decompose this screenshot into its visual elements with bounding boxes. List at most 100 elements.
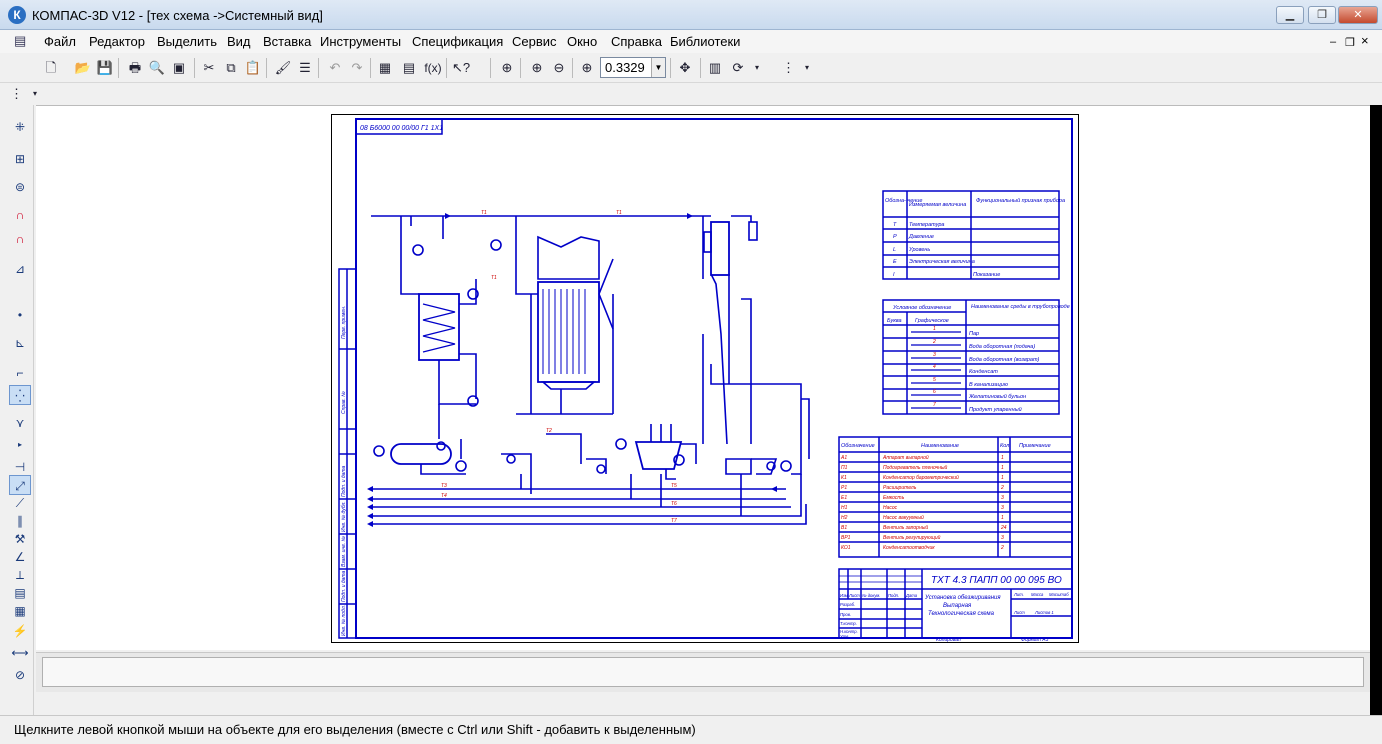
properties-icon[interactable]: ☰ (294, 57, 316, 79)
equipment-cell: Расширитель (883, 485, 917, 491)
mdi-minimize-button[interactable]: – (1330, 36, 1336, 48)
menu-select[interactable]: Выделить (157, 34, 217, 49)
zoom-out-icon[interactable]: ⊖ (548, 57, 570, 79)
menu-file[interactable]: Файл (44, 34, 76, 49)
maximize-button[interactable]: ❐ (1308, 6, 1336, 24)
equipment-cell: 1 (1001, 515, 1004, 521)
fix-point-icon[interactable]: ⚒ (9, 529, 31, 549)
expand-icon[interactable]: ▸ (9, 435, 31, 455)
title-block-code: ТХТ 4.3 ПАПП 00 00 095 ВО (931, 575, 1062, 586)
zoom-scale-icon[interactable]: ⊕ (576, 57, 598, 79)
constraints-icon[interactable]: ⋎ (9, 413, 31, 433)
angle-icon[interactable]: ∠ (9, 547, 31, 567)
undo-icon[interactable]: ↶ (324, 57, 346, 79)
format-painter-icon[interactable]: 🖌 (272, 57, 294, 79)
selection-icon[interactable]: ⊘ (9, 665, 31, 685)
mdi-restore-button[interactable]: ❐ (1345, 36, 1355, 49)
rebuild-icon[interactable]: ⟳ (727, 57, 749, 79)
zoom-window-icon[interactable]: ⊕ (496, 57, 518, 79)
geometry-icon[interactable]: ⁜ (9, 117, 31, 137)
report-icon[interactable]: ▤ (9, 583, 31, 603)
measure-icon[interactable]: ⚡ (9, 621, 31, 641)
toolbar-separator (194, 58, 195, 78)
legend-line-code: 7 (933, 402, 936, 408)
redo-icon[interactable]: ↷ (346, 57, 368, 79)
point-icon[interactable]: • (9, 305, 31, 325)
property-panel (36, 652, 1370, 692)
zoom-scale-value: 0.3329 (605, 60, 645, 75)
copy-icon[interactable]: ⧉ (220, 57, 242, 79)
magnet-local-icon[interactable]: ∩ (9, 229, 31, 249)
equipment-cell: ВР1 (841, 535, 851, 541)
dimensions-icon[interactable]: ⊞ (9, 149, 31, 169)
table-header: Примечание (1019, 443, 1051, 449)
drawing-canvas[interactable]: 08 Б6000 00 00/00 Г1 1Х1 Перв. примен. С… (36, 105, 1370, 650)
paste-icon[interactable]: 📋 (242, 57, 264, 79)
chevron-down-icon[interactable]: ▼ (651, 58, 665, 77)
toolbar-overflow-icon[interactable]: ▾ (802, 57, 812, 79)
table-cell: P (893, 234, 897, 240)
parallel-icon[interactable]: ∥ (9, 511, 31, 531)
zoom-scale-combobox[interactable]: 0.3329 ▼ (600, 57, 666, 78)
notation-icon[interactable]: ⊜ (9, 177, 31, 197)
edit-icon[interactable]: ⊿ (9, 259, 31, 279)
window-edge (1370, 105, 1382, 715)
magnet-snap-icon[interactable]: ∩ (9, 205, 31, 225)
mdi-close-button[interactable]: × (1361, 33, 1369, 48)
line-label: Т5 (671, 483, 677, 489)
zoom-in-icon[interactable]: ⊕ (526, 57, 548, 79)
collinear-icon[interactable]: ⟋ (9, 493, 31, 513)
line-label: Т7 (671, 518, 677, 524)
menu-window[interactable]: Окно (567, 34, 597, 49)
library-icon[interactable]: ▤ (398, 57, 420, 79)
refresh-view-icon[interactable]: ▥ (704, 57, 726, 79)
print-preview-icon[interactable]: 🔍 (146, 57, 168, 79)
save-icon[interactable]: 💾 (94, 57, 116, 79)
menu-help[interactable]: Справка (611, 34, 662, 49)
line-label: Т2 (546, 428, 552, 434)
variables-icon[interactable]: f(x) (420, 57, 446, 79)
parametrization-icon[interactable]: ⁛ (9, 385, 31, 405)
table-cell: L (893, 247, 896, 253)
minimize-button[interactable]: ▁ (1276, 6, 1304, 24)
equipment-cell: Емкость (883, 495, 905, 501)
new-document-icon[interactable]: 🗋 (40, 57, 62, 79)
distance-icon[interactable]: ⟷ (9, 643, 31, 663)
preview-icon[interactable]: ▣ (168, 57, 190, 79)
manager-icon[interactable]: ▦ (374, 57, 396, 79)
menu-tools[interactable]: Инструменты (320, 34, 401, 49)
toolbar-separator (670, 58, 671, 78)
horizontal-constraint-icon[interactable]: ⊣ (9, 457, 31, 477)
axis-icon[interactable]: ⊾ (9, 333, 31, 353)
table-header: Обозначение (841, 443, 875, 449)
legend-item: Продукт упаренный (969, 406, 1022, 413)
menu-view[interactable]: Вид (227, 34, 251, 49)
table-cell: E (893, 259, 897, 265)
drawing-sheet[interactable]: 08 Б6000 00 00/00 Г1 1Х1 Перв. примен. С… (331, 114, 1079, 643)
menu-edit[interactable]: Редактор (89, 34, 145, 49)
open-folder-icon[interactable]: 📂 (72, 57, 94, 79)
print-icon[interactable]: 🖶 (124, 57, 146, 79)
step-line-icon[interactable]: ⌐ (9, 363, 31, 383)
menu-service[interactable]: Сервис (512, 34, 557, 49)
align-icon[interactable]: ⤢ (9, 475, 31, 495)
line-label: Т6 (671, 501, 677, 507)
spec-icon[interactable]: ▦ (9, 601, 31, 621)
pan-icon[interactable]: ✥ (674, 57, 696, 79)
menu-libraries[interactable]: Библиотеки (670, 34, 740, 49)
legend-item: Конденсат (969, 369, 998, 375)
title-block-label: Лист (848, 593, 860, 598)
toolbar-overflow-icon[interactable]: ▾ (30, 83, 40, 105)
legend-line-code: 3 (933, 352, 936, 358)
menu-insert[interactable]: Вставка (263, 34, 311, 49)
close-button[interactable]: ✕ (1338, 6, 1378, 24)
cut-icon[interactable]: ✂ (198, 57, 220, 79)
title-block-label: Дата (905, 593, 918, 598)
menu-specification[interactable]: Спецификация (412, 34, 503, 49)
tangent-icon[interactable]: ⟂ (9, 565, 31, 585)
equipment-cell: П1 (841, 465, 848, 471)
document-menu-icon[interactable]: ▤ (14, 33, 26, 49)
property-panel-area[interactable] (42, 657, 1364, 687)
toolbar-overflow-icon[interactable]: ▾ (752, 57, 762, 79)
help-pointer-icon[interactable]: ↖? (450, 57, 472, 79)
